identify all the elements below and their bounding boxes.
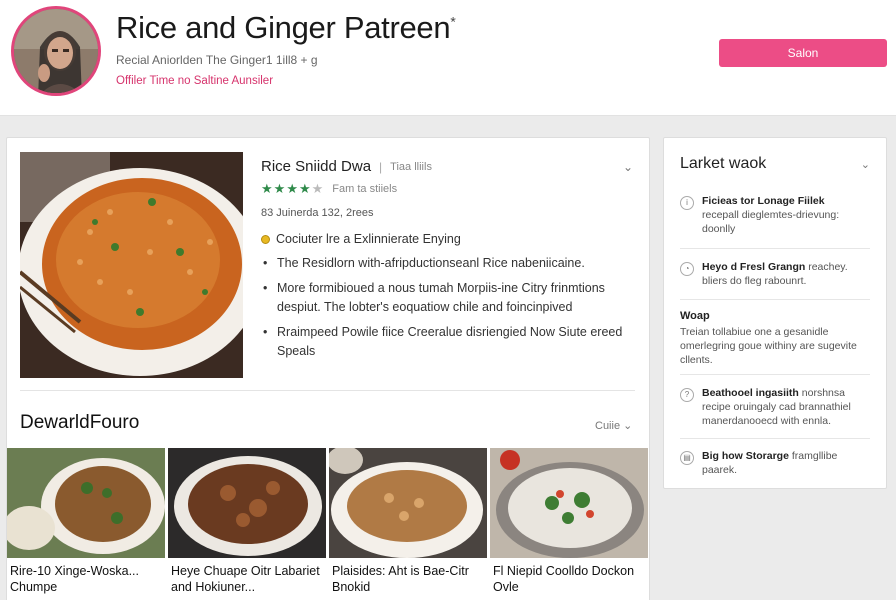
divider: [680, 374, 870, 375]
star-icon[interactable]: ★: [299, 181, 312, 196]
related-recipe-title[interactable]: Plaisides: Aht is Bae-Citr Bnokid: [329, 558, 487, 600]
sidebar-panel: Larket waok ⌄ i Ficieas tor Lonage Fiile…: [663, 137, 887, 489]
list-item: More formibioued a nous tumah Morpiis-in…: [261, 279, 633, 317]
avatar[interactable]: [11, 6, 101, 96]
recipe-hero-image[interactable]: [20, 152, 243, 378]
star-icon[interactable]: ★: [274, 181, 287, 196]
divider: [680, 299, 870, 300]
sidebar-item-text: recepall dieglemtes-drievung: doonlly: [702, 209, 840, 235]
note-text: Cociuter lre a Exlinnierate Enying: [276, 232, 461, 246]
related-recipe-title[interactable]: Rire-10 Xinge-Woska... Chumpe: [7, 558, 165, 600]
rating-row: ★★★★★ Fam ta stiiels: [261, 181, 633, 197]
sidebar-header: Larket waok ⌄: [680, 155, 870, 173]
sidebar-section-text: Treian tollabiue one a gesanidle omerleg…: [680, 326, 857, 366]
clock-icon: ◔: [680, 262, 694, 276]
info-icon: i: [680, 196, 694, 210]
recipe-header: Rice Sniidd Dwa | Tiaa lliils ⌄: [261, 158, 633, 175]
sidebar-item-title: Beathooel ingasiith: [702, 387, 799, 399]
related-recipe-card[interactable]: Fl Niepid Coolldo Dockon Ovle: [490, 448, 648, 600]
page-header: Rice and Ginger Patreen* Recial Aniorlde…: [0, 0, 896, 116]
related-more-link[interactable]: Cuiie ⌄: [595, 419, 632, 432]
chevron-down-icon[interactable]: ⌄: [623, 160, 633, 174]
related-recipe-card[interactable]: Plaisides: Aht is Bae-Citr Bnokid: [329, 448, 487, 600]
related-recipe-image[interactable]: [329, 448, 487, 558]
avatar-photo: [14, 9, 98, 93]
chevron-down-icon[interactable]: ⌄: [861, 158, 870, 171]
sidebar-item[interactable]: ? Beathooel ingasiith norshnsa recipe or…: [680, 386, 870, 428]
recipe-card: Rice Sniidd Dwa | Tiaa lliils ⌄ ★★★★★ Fa…: [6, 137, 650, 600]
star-icon[interactable]: ★: [261, 181, 274, 196]
related-recipe-image[interactable]: [7, 448, 165, 558]
sidebar-item-title: Ficieas tor Lonage Fiilek: [702, 195, 825, 207]
rating-label: Fam ta stiiels: [332, 183, 398, 195]
related-recipe-title[interactable]: Heye Chuape Oitr Labariet and Hokiuner..…: [168, 558, 326, 600]
recipe-bullets: The Residlorn with-afripductionseanl Ric…: [261, 254, 633, 361]
recipe-summary: Rice Sniidd Dwa | Tiaa lliils ⌄ ★★★★★ Fa…: [261, 158, 633, 367]
divider: [20, 390, 635, 391]
sidebar-title: Larket waok: [680, 155, 767, 172]
sidebar-item[interactable]: i Ficieas tor Lonage Fiilek recepall dieg…: [680, 194, 870, 236]
note-icon: [261, 234, 270, 244]
save-button[interactable]: Salon: [719, 39, 887, 67]
page-subtitle: Recial Aniorlden The Ginger1 1ill8 + g: [116, 53, 318, 67]
divider: [680, 248, 870, 249]
sidebar-section-label: Woap: [680, 310, 710, 322]
related-recipe-image[interactable]: [168, 448, 326, 558]
sidebar-item-title: Big how Storarge: [702, 450, 789, 462]
list-item: The Residlorn with-afripductionseanl Ric…: [261, 254, 633, 273]
sidebar-item[interactable]: ▤ Big how Storarge framgllibe paarek.: [680, 449, 870, 477]
serves-info: 83 Juinerda 132, 2rees: [261, 207, 374, 219]
related-recipe-card[interactable]: Rire-10 Xinge-Woska... Chumpe: [7, 448, 165, 600]
recipe-name: Rice Sniidd Dwa: [261, 158, 372, 175]
tip-icon: ?: [680, 388, 694, 402]
header-separator: |: [379, 159, 383, 174]
related-recipes: Rire-10 Xinge-Woska... Chumpe Heye Chuap…: [7, 448, 649, 600]
page-title: Rice and Ginger Patreen*: [116, 10, 456, 45]
related-recipe-image[interactable]: [490, 448, 648, 558]
related-recipe-card[interactable]: Heye Chuape Oitr Labariet and Hokiuner..…: [168, 448, 326, 600]
star-icon[interactable]: ★: [312, 181, 325, 196]
related-section-title: DewarldFouro: [20, 412, 140, 433]
sidebar-item-title: Heyo d Fresl Grangn: [702, 261, 806, 273]
star-icon[interactable]: ★: [286, 181, 299, 196]
sidebar-item[interactable]: ◔ Heyo d Fresl Grangn reachey. bliers do…: [680, 260, 870, 288]
author-tagline[interactable]: Offiler Time no Saltine Aunsiler: [116, 75, 273, 87]
book-icon: ▤: [680, 451, 694, 465]
recipe-note: Cociuter lre a Exlinnierate Enying: [261, 232, 633, 246]
divider: [680, 438, 870, 439]
related-recipe-title[interactable]: Fl Niepid Coolldo Dockon Ovle: [490, 558, 648, 600]
list-item: Rraimpeed Powile fiice Creeralue disrien…: [261, 323, 633, 361]
star-rating[interactable]: ★★★★★: [261, 181, 324, 197]
recipe-meta: Tiaa lliils: [390, 160, 432, 173]
